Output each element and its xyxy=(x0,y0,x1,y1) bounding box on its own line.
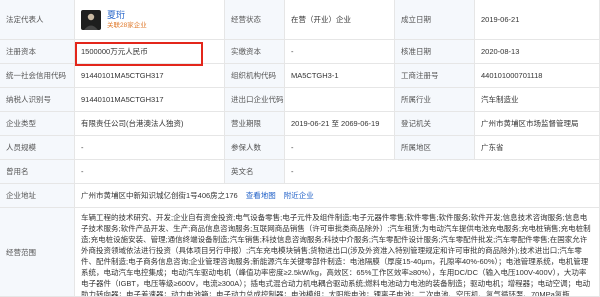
approval-date-value: 2020-08-13 xyxy=(475,40,600,64)
paid-capital-label: 实缴资本 xyxy=(225,40,285,64)
authority-value: 广州市黄埔区市场监督管理局 xyxy=(475,112,600,136)
english-name-label: 英文名 xyxy=(225,160,285,184)
person-icon xyxy=(84,13,98,30)
established-value: 2019-06-21 xyxy=(475,0,600,40)
import-export-label: 进出口企业代码 xyxy=(225,88,285,112)
paid-capital-value: - xyxy=(285,40,395,64)
reg-capital-value: 1500000万元人民币 xyxy=(75,40,225,64)
legal-rep-value: 夏珩 关联28家企业 xyxy=(75,0,225,40)
legal-rep-name[interactable]: 夏珩 xyxy=(107,10,147,21)
reg-capital-label: 注册资本 xyxy=(0,40,75,64)
company-type-label: 企业类型 xyxy=(0,112,75,136)
related-companies-link[interactable]: 关联28家企业 xyxy=(107,21,147,30)
company-type-value: 有限责任公司(台港澳法人独资) xyxy=(75,112,225,136)
scope-label: 经营范围 xyxy=(0,208,75,297)
org-code-value: MA5CTGH3-1 xyxy=(285,64,395,88)
taxpayer-id-value: 91440101MA5CTGH317 xyxy=(75,88,225,112)
english-name-value: - xyxy=(285,160,600,184)
legal-rep-label: 法定代表人 xyxy=(0,0,75,40)
status-label: 经营状态 xyxy=(225,0,285,40)
company-info-table: 法定代表人 夏珩 关联28家企业 经营状态 在营（开业）企业 成立日期 2019… xyxy=(0,0,600,297)
industry-value: 汽车制造业 xyxy=(475,88,600,112)
former-name-label: 曾用名 xyxy=(0,160,75,184)
region-label: 所属地区 xyxy=(395,136,475,160)
avatar xyxy=(81,9,101,30)
authority-label: 登记机关 xyxy=(395,112,475,136)
approval-date-label: 核准日期 xyxy=(395,40,475,64)
staff-label: 人员规模 xyxy=(0,136,75,160)
biz-reg-no-value: 440101000701118 xyxy=(475,64,600,88)
term-label: 营业期限 xyxy=(225,112,285,136)
address-label: 企业地址 xyxy=(0,184,75,208)
insured-label: 参保人数 xyxy=(225,136,285,160)
biz-reg-no-label: 工商注册号 xyxy=(395,64,475,88)
credit-code-value: 91440101MA5CTGH317 xyxy=(75,64,225,88)
nearby-companies-link[interactable]: 附近企业 xyxy=(284,190,314,201)
term-value: 2019-06-21 至 2069-06-19 xyxy=(285,112,395,136)
former-name-value: - xyxy=(75,160,225,184)
scope-value: 车辆工程的技术研究、开发;企业自有资金投资;电气设备零售;电子元件及组件制造;电… xyxy=(75,208,600,297)
credit-code-label: 统一社会信用代码 xyxy=(0,64,75,88)
status-value: 在营（开业）企业 xyxy=(285,0,395,40)
org-code-label: 组织机构代码 xyxy=(225,64,285,88)
industry-label: 所属行业 xyxy=(395,88,475,112)
import-export-value xyxy=(285,88,395,112)
staff-value: - xyxy=(75,136,225,160)
region-value: 广东省 xyxy=(475,136,600,160)
address-value: 广州市黄埔区中新知识城亿创街1号406房之176 查看地图 附近企业 xyxy=(75,184,600,208)
taxpayer-id-label: 纳税人识别号 xyxy=(0,88,75,112)
address-text: 广州市黄埔区中新知识城亿创街1号406房之176 xyxy=(81,191,238,200)
established-label: 成立日期 xyxy=(395,0,475,40)
insured-value: - xyxy=(285,136,395,160)
view-map-link[interactable]: 查看地图 xyxy=(246,190,276,201)
